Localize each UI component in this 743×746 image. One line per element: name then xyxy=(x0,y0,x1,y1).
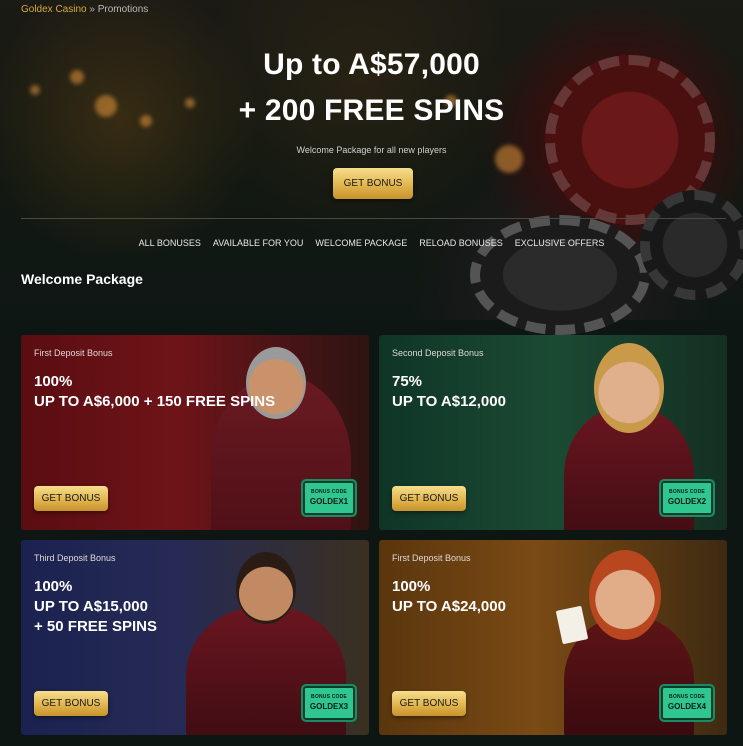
bonus-card: Second Deposit Bonus 75% UP TO A$12,000 … xyxy=(379,335,727,530)
card-get-bonus-button[interactable]: GET BONUS xyxy=(392,691,466,716)
promo-model-face-image xyxy=(589,550,661,640)
card-label: Second Deposit Bonus xyxy=(392,348,484,358)
bonus-code-caption: BONUS CODE xyxy=(669,694,705,700)
bonus-code-badge[interactable]: BONUS CODE GOLDEX1 xyxy=(301,479,357,517)
playing-card-image xyxy=(555,605,589,645)
card-get-bonus-button[interactable]: GET BONUS xyxy=(34,486,108,511)
bonus-code-caption: BONUS CODE xyxy=(669,489,705,495)
bonus-card: Third Deposit Bonus 100% UP TO A$15,000 … xyxy=(21,540,369,735)
card-headline: 100% UP TO A$15,000 + 50 FREE SPINS xyxy=(34,578,157,635)
card-label: First Deposit Bonus xyxy=(392,553,471,563)
bonus-card: First Deposit Bonus 100% UP TO A$24,000 … xyxy=(379,540,727,735)
hero-title-line1: Up to A$57,000 xyxy=(263,48,480,81)
card-label: First Deposit Bonus xyxy=(34,348,113,358)
bonus-card: First Deposit Bonus 100% UP TO A$6,000 +… xyxy=(21,335,369,530)
bonus-code-badge[interactable]: BONUS CODE GOLDEX2 xyxy=(659,479,715,517)
section-title: Welcome Package xyxy=(21,271,143,287)
tab-welcome-package[interactable]: WELCOME PACKAGE xyxy=(315,238,407,248)
tab-all-bonuses[interactable]: ALL BONUSES xyxy=(139,238,201,248)
breadcrumb-separator: » xyxy=(86,4,98,15)
breadcrumb-current: Promotions xyxy=(97,4,149,15)
casino-chip-image xyxy=(470,215,650,335)
tab-exclusive-offers[interactable]: EXCLUSIVE OFFERS xyxy=(515,238,605,248)
bonus-code-caption: BONUS CODE xyxy=(311,694,347,700)
breadcrumb-home-link[interactable]: Goldex Casino xyxy=(21,4,87,15)
card-headline: 100% UP TO A$24,000 xyxy=(392,578,506,615)
bonus-code-badge[interactable]: BONUS CODE GOLDEX3 xyxy=(301,684,357,722)
bonus-filter-tabs: ALL BONUSES AVAILABLE FOR YOU WELCOME PA… xyxy=(0,238,743,248)
bonus-code-value: GOLDEX1 xyxy=(309,497,349,506)
card-headline: 100% UP TO A$6,000 + 150 FREE SPINS xyxy=(34,373,276,410)
card-get-bonus-button[interactable]: GET BONUS xyxy=(34,691,108,716)
card-headline: 75% UP TO A$12,000 xyxy=(392,373,506,410)
promo-model-face-image xyxy=(594,343,664,433)
promo-model-face-image xyxy=(236,552,296,624)
divider xyxy=(21,218,726,219)
bonus-code-caption: BONUS CODE xyxy=(311,489,347,495)
card-get-bonus-button[interactable]: GET BONUS xyxy=(392,486,466,511)
hero-title-line2: + 200 FREE SPINS xyxy=(238,94,505,127)
bonus-code-badge[interactable]: BONUS CODE GOLDEX4 xyxy=(659,684,715,722)
breadcrumb: Goldex Casino » Promotions xyxy=(21,4,148,15)
tab-available-for-you[interactable]: AVAILABLE FOR YOU xyxy=(213,238,304,248)
card-label: Third Deposit Bonus xyxy=(34,553,116,563)
hero-get-bonus-button[interactable]: GET BONUS xyxy=(333,168,413,199)
bonus-code-value: GOLDEX4 xyxy=(667,702,707,711)
tab-reload-bonuses[interactable]: RELOAD BONUSES xyxy=(419,238,503,248)
bonus-code-value: GOLDEX2 xyxy=(667,497,707,506)
bonus-code-value: GOLDEX3 xyxy=(309,702,349,711)
hero-subtitle: Welcome Package for all new players xyxy=(296,145,447,155)
